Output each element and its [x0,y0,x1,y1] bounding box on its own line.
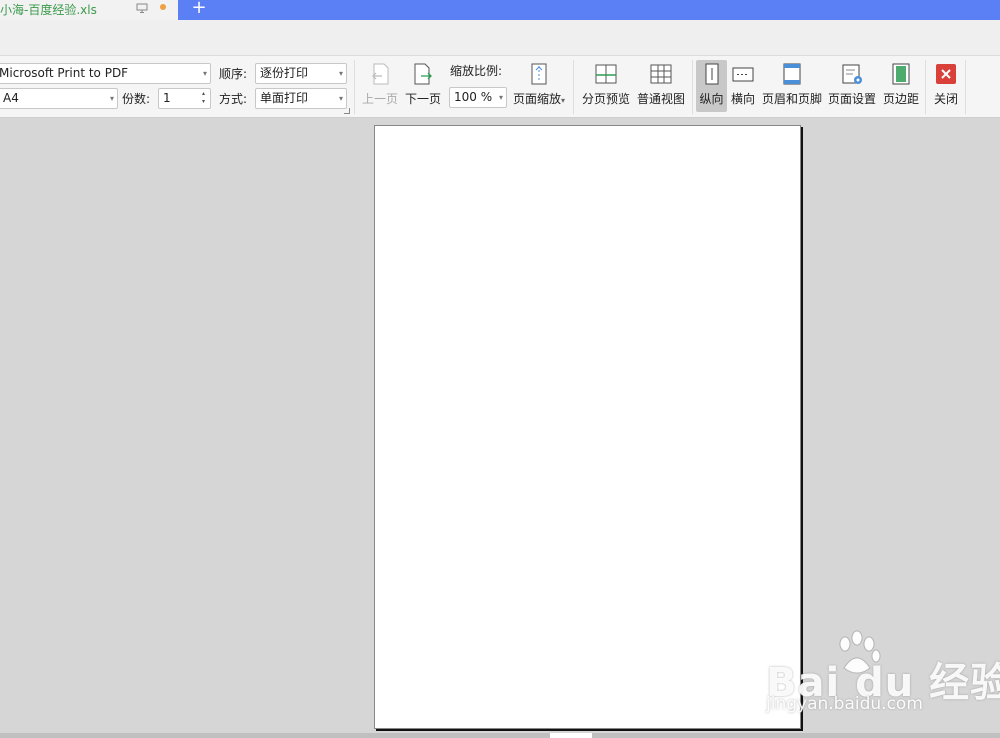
copies-value: 1 [163,91,171,105]
zoom-select[interactable]: 100 % ▾ [449,87,507,108]
status-bar [0,733,1000,738]
spinner-arrows-icon[interactable]: ▴ ▾ [202,90,208,106]
page-break-preview-label: 分页预览 [581,92,630,106]
chevron-down-icon: ▾ [338,69,343,78]
separator [692,60,693,114]
landscape-page-icon [732,67,754,82]
order-label: 顺序: [219,67,248,81]
separator [965,60,966,114]
unsaved-indicator [160,4,166,10]
separator [573,60,574,114]
normal-view-button[interactable]: 普通视图 [635,60,687,112]
tab-strip: 小海-百度经验.xls + [0,0,1000,20]
separator [354,60,355,114]
landscape-label: 横向 [730,92,755,106]
page-setup-label: 页面设置 [827,92,876,106]
next-page-button[interactable]: 下一页 [404,60,442,112]
print-mode-value: 单面打印 [260,91,309,105]
header-footer-button[interactable]: 页眉和页脚 [761,60,823,112]
portrait-page-icon [705,63,718,85]
next-page-label: 下一页 [404,92,441,106]
chevron-down-icon: ▾ [338,94,343,103]
menu-bar-area [0,20,1000,56]
previous-page-label: 上一页 [362,92,399,106]
chevron-down-icon: ▾ [109,94,114,103]
page-scaling-button[interactable]: 页面缩放▾ [510,60,568,112]
print-order-value: 逐份打印 [260,66,309,80]
margins-icon [892,63,910,85]
page-break-preview-button[interactable]: 分页预览 [580,60,632,112]
page-scaling-label: 页面缩放▾ [512,92,566,106]
normal-view-label: 普通视图 [636,92,685,106]
chevron-down-icon: ▾ [202,69,207,78]
page-scaling-icon [531,63,547,85]
previous-page-icon [372,63,389,85]
document-tab-title: 小海-百度经验.xls [0,3,97,17]
header-footer-icon [783,63,801,85]
print-order-select[interactable]: 逐份打印 ▾ [255,63,347,84]
portrait-button[interactable]: 纵向 [696,60,727,112]
header-footer-label: 页眉和页脚 [761,92,822,106]
previous-page-button[interactable]: 上一页 [362,60,398,112]
grid-view-icon [650,64,672,84]
print-preview-toolbar: Microsoft Print to PDF ▾ A4 ▾ 份数: 1 ▴ ▾ 顺… [0,56,1000,118]
margins-button[interactable]: 页边距 [881,60,921,112]
printer-select[interactable]: Microsoft Print to PDF ▾ [0,63,211,84]
close-preview-button[interactable]: 关闭 [930,60,962,112]
separator [925,60,926,114]
baidu-jingyan-watermark: Bai du 经验 jingyan.baidu.com [760,628,1000,720]
monitor-icon[interactable] [136,3,148,13]
paper-size-select[interactable]: A4 ▾ [0,88,118,109]
new-tab-button[interactable]: + [190,0,208,18]
close-label: 关闭 [933,92,958,106]
page-setup-button[interactable]: 页面设置 [827,60,877,112]
printer-name: Microsoft Print to PDF [0,66,129,80]
chevron-down-icon: ▾ [498,93,503,102]
tab-strip-empty [178,0,1000,20]
portrait-label: 纵向 [699,92,724,106]
print-mode-select[interactable]: 单面打印 ▾ [255,88,347,109]
next-page-icon [414,63,432,85]
watermark-url: jingyan.baidu.com [766,694,923,714]
paper-size-value: A4 [3,91,19,105]
copies-label: 份数: [122,92,151,106]
zoom-label: 缩放比例: [450,64,503,78]
preview-page [374,125,801,729]
document-tab[interactable]: 小海-百度经验.xls [0,0,178,20]
page-setup-icon [842,64,862,84]
dialog-launcher-icon[interactable] [344,108,350,114]
mode-label: 方式: [219,92,248,106]
zoom-value: 100 % [454,90,493,104]
margins-label: 页边距 [882,92,919,106]
landscape-button[interactable]: 横向 [729,60,757,112]
copies-input[interactable]: 1 ▴ ▾ [158,88,211,109]
page-break-preview-icon [595,64,617,84]
close-icon [936,64,956,84]
scroll-thumb[interactable] [550,733,592,738]
